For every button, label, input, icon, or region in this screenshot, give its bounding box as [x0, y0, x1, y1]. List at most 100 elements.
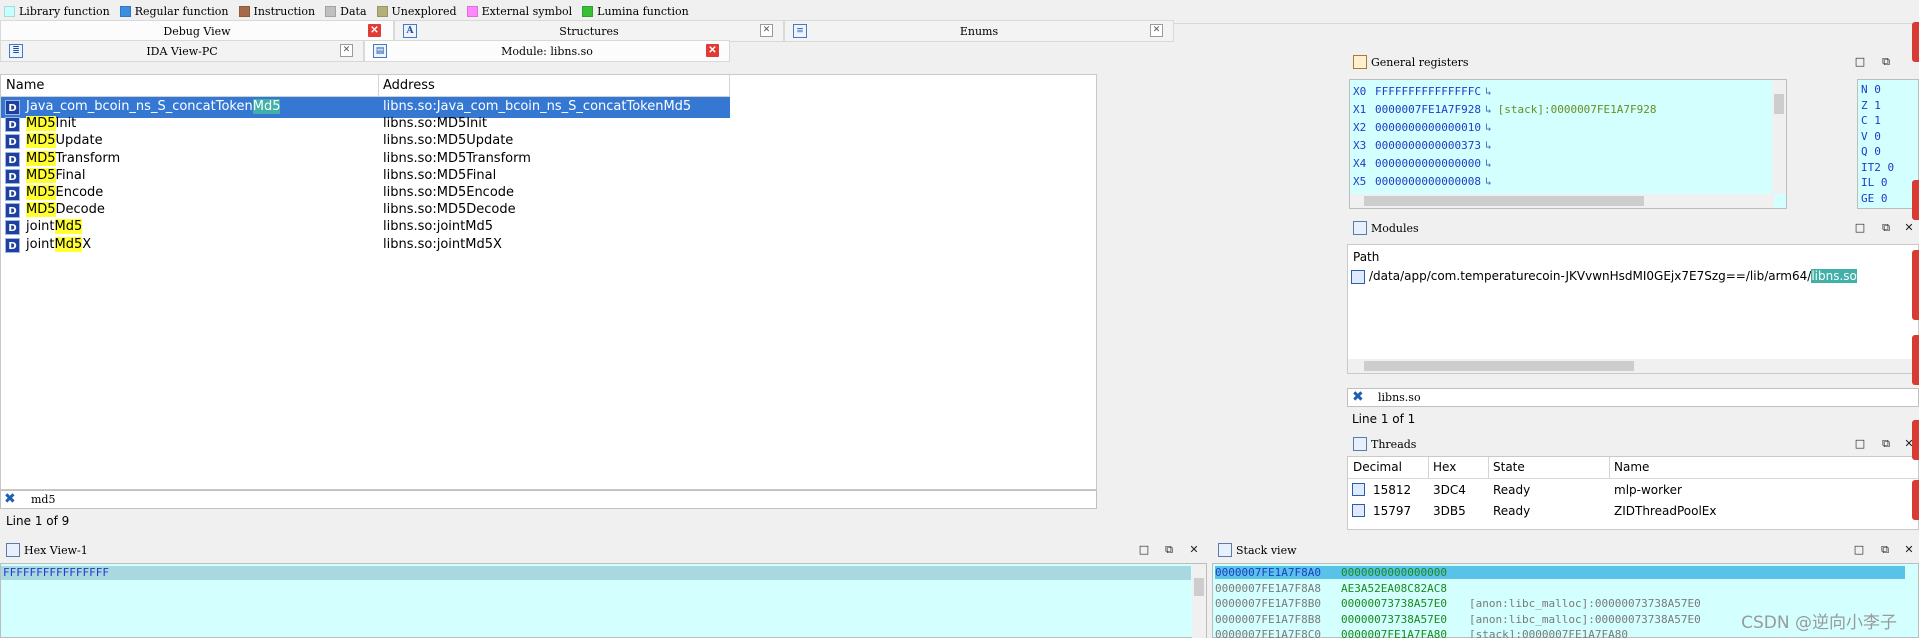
column-header[interactable]: State: [1493, 460, 1525, 474]
clear-filter-icon[interactable]: ✖: [1352, 389, 1364, 405]
horizontal-scrollbar[interactable]: [1350, 194, 1774, 208]
close-icon[interactable]: ✕: [1903, 222, 1915, 234]
column-header[interactable]: Decimal: [1353, 460, 1402, 474]
close-icon[interactable]: ✕: [1188, 544, 1200, 556]
name-prefix: Java_com_bcoin_ns_S_concatToken: [26, 99, 253, 114]
register-value[interactable]: 0000000000000008: [1375, 175, 1481, 188]
column-header[interactable]: Hex: [1433, 460, 1456, 474]
stack-value: 0000007FE1A7FA80: [1341, 628, 1447, 638]
hex-line[interactable]: FFFFFFFFFFFFFFFF: [3, 566, 109, 579]
jump-arrow-icon[interactable]: ↳: [1485, 139, 1492, 152]
jump-arrow-icon[interactable]: ↳: [1485, 103, 1492, 116]
name-prefix: joint: [26, 219, 55, 235]
register-row[interactable]: X4 0000000000000000 ↳: [1353, 157, 1498, 170]
side-tab[interactable]: [1912, 480, 1919, 520]
float-icon[interactable]: ⧉: [1879, 544, 1891, 556]
flag-row[interactable]: V 0: [1861, 130, 1881, 143]
flag-row[interactable]: Z 1: [1861, 99, 1881, 112]
tab-structures[interactable]: A Structures ✕: [394, 20, 784, 42]
side-tab[interactable]: [1912, 22, 1919, 62]
flag-row[interactable]: GE 0: [1861, 192, 1888, 205]
restore-icon[interactable]: □: [1138, 544, 1150, 556]
name-suffix: Decode: [55, 202, 105, 218]
restore-icon[interactable]: □: [1853, 544, 1865, 556]
float-icon[interactable]: ⧉: [1880, 56, 1892, 68]
thread-name: ZIDThreadPoolEx: [1614, 504, 1717, 518]
flag-row[interactable]: IT2 0: [1861, 161, 1894, 174]
table-row[interactable]: DjointMd5X libns.so:jointMd5X: [1, 235, 730, 256]
threads-list: Decimal Hex State Name 15812 3DC4 Ready mlp-wo…: [1347, 456, 1919, 530]
tab-module-label: Module: libns.so: [501, 44, 593, 58]
hex-view-titlebar: Hex View-1 □ ⧉ ✕: [0, 538, 1207, 562]
flag-row[interactable]: C 1: [1861, 114, 1881, 127]
column-path-header[interactable]: Path: [1353, 250, 1379, 264]
float-icon[interactable]: ⧉: [1163, 544, 1175, 556]
tab-module[interactable]: ▤ Module: libns.so ✕: [364, 40, 730, 62]
tab-ida-view-label: IDA View-PC: [146, 44, 218, 58]
modules-titlebar: Modules □ ⧉ ✕: [1347, 218, 1919, 238]
vertical-scrollbar[interactable]: [1772, 80, 1786, 194]
tab-enums[interactable]: ≡ Enums ✕: [784, 20, 1174, 42]
register-value[interactable]: 0000000000000373: [1375, 139, 1481, 152]
table-row[interactable]: 15812 3DC4 Ready mlp-worker: [1348, 481, 1918, 501]
stack-row[interactable]: 0000007FE1A7F8B8 00000073738A57E0 [anon:li…: [1215, 613, 1701, 626]
stack-row[interactable]: 0000007FE1A7F8C0 0000007FE1A7FA80 [stack]:…: [1215, 628, 1628, 638]
flag-row[interactable]: Q 0: [1861, 145, 1881, 158]
close-icon[interactable]: ✕: [1903, 544, 1915, 556]
float-icon[interactable]: ⧉: [1880, 222, 1892, 234]
side-tab[interactable]: [1912, 250, 1919, 320]
panel-title: Stack view: [1236, 543, 1297, 557]
function-address: libns.so:MD5Transform: [383, 150, 531, 166]
jump-arrow-icon[interactable]: ↳: [1485, 175, 1492, 188]
close-icon[interactable]: ✕: [760, 24, 773, 37]
register-value[interactable]: 0000007FE1A7F928: [1375, 103, 1481, 116]
float-icon[interactable]: ⧉: [1880, 438, 1892, 450]
close-icon[interactable]: ✕: [368, 24, 381, 37]
module-path: /data/app/com.temperaturecoin-JKVvwnHsdM…: [1369, 269, 1812, 283]
register-row[interactable]: X3 0000000000000373 ↳: [1353, 139, 1498, 152]
register-value[interactable]: 0000000000000000: [1375, 157, 1481, 170]
jump-arrow-icon[interactable]: ↳: [1485, 157, 1492, 170]
column-header[interactable]: Name: [1614, 460, 1649, 474]
jump-arrow-icon[interactable]: ↳: [1485, 121, 1492, 134]
table-row[interactable]: 15797 3DB5 Ready ZIDThreadPoolEx: [1348, 502, 1918, 522]
filter-input[interactable]: libns.so: [1378, 391, 1421, 404]
stack-row[interactable]: 0000007FE1A7F8A8 AE3A52EA08C82AC8: [1215, 582, 1469, 595]
flag-row[interactable]: N 0: [1861, 83, 1881, 96]
general-registers-titlebar: General registers □ ⧉: [1347, 52, 1919, 72]
register-value[interactable]: FFFFFFFFFFFFFFFC: [1375, 85, 1481, 98]
side-tab[interactable]: [1912, 420, 1919, 460]
stack-row[interactable]: 0000007FE1A7F8B0 00000073738A57E0 [anon:li…: [1215, 597, 1701, 610]
modules-icon: [1353, 221, 1367, 235]
stack-address: 0000007FE1A7F8B0: [1215, 597, 1321, 610]
close-icon[interactable]: ✕: [340, 44, 353, 57]
stack-row[interactable]: 0000007FE1A7F8A0 0000000000000000: [1215, 566, 1905, 579]
register-value[interactable]: 0000000000000010: [1375, 121, 1481, 134]
side-tab[interactable]: [1912, 180, 1919, 220]
close-icon[interactable]: ✕: [1150, 24, 1163, 37]
clear-filter-icon[interactable]: ✖: [4, 491, 16, 507]
register-row[interactable]: X2 0000000000000010 ↳: [1353, 121, 1498, 134]
function-name: jointMd5X: [26, 236, 91, 252]
side-tab[interactable]: [1912, 335, 1919, 385]
column-address-header[interactable]: Address: [383, 78, 435, 93]
restore-icon[interactable]: □: [1854, 56, 1866, 68]
jump-arrow-icon[interactable]: ↳: [1485, 85, 1492, 98]
list-item[interactable]: /data/app/com.temperaturecoin-JKVvwnHsdM…: [1351, 269, 1911, 288]
flag-row[interactable]: IL 0: [1861, 176, 1888, 189]
tab-ida-view[interactable]: ≣ IDA View-PC ✕: [0, 40, 364, 62]
close-icon[interactable]: ✕: [706, 44, 719, 57]
tab-debug-view[interactable]: Debug View ✕: [0, 20, 394, 42]
horizontal-scrollbar[interactable]: [1348, 359, 1918, 373]
vertical-scrollbar[interactable]: [1192, 564, 1206, 638]
register-row[interactable]: X0 FFFFFFFFFFFFFFFC ↳: [1353, 85, 1498, 98]
legend-item: Lumina function: [582, 5, 689, 18]
stack-value: 00000073738A57E0: [1341, 612, 1447, 626]
restore-icon[interactable]: □: [1854, 222, 1866, 234]
restore-icon[interactable]: □: [1854, 438, 1866, 450]
legend-item: Regular function: [119, 5, 229, 18]
register-row[interactable]: X5 0000000000000008 ↳: [1353, 175, 1498, 188]
register-row[interactable]: X1 0000007FE1A7F928 ↳ [stack]:0000007FE1A7F…: [1353, 103, 1657, 116]
filter-input[interactable]: md5: [31, 493, 55, 506]
column-name-header[interactable]: Name: [6, 78, 44, 93]
